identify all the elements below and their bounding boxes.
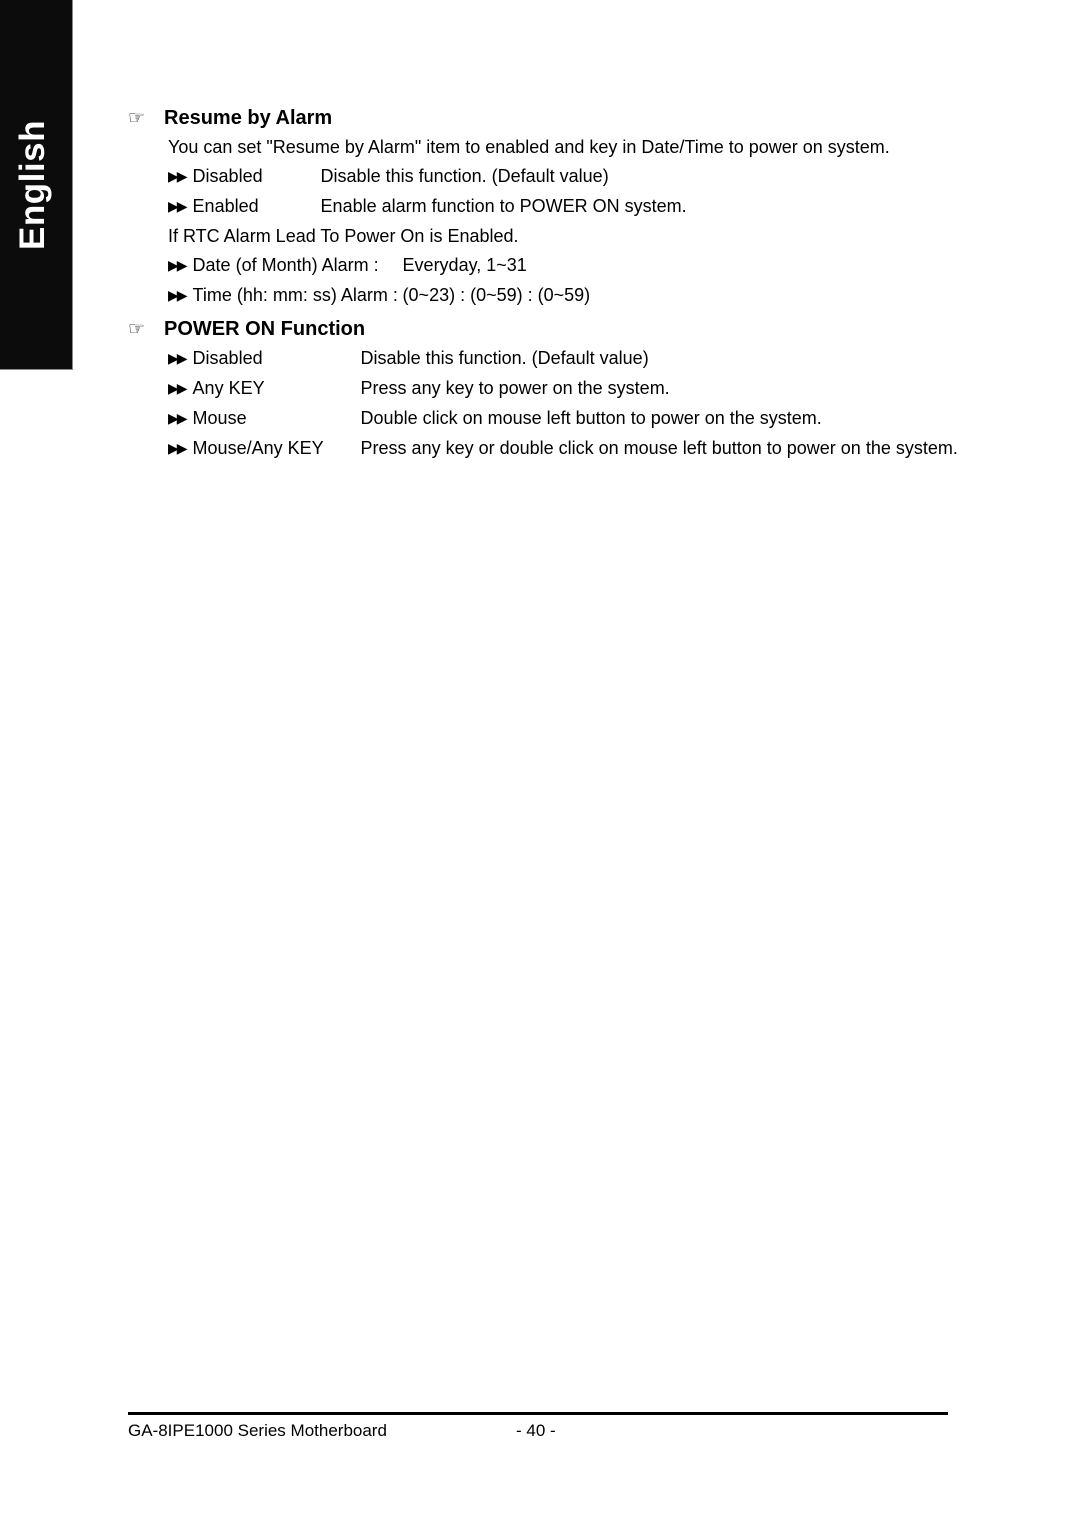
option-description: Press any key or double click on mouse l… xyxy=(360,438,958,458)
double-arrow-icon: ▶▶ xyxy=(168,287,187,303)
double-arrow-icon: ▶▶ xyxy=(168,380,187,396)
option-name: Disabled xyxy=(192,348,263,368)
option-list-resume-by-alarm: ▶▶ Disabled Disable this function. (Defa… xyxy=(128,162,958,222)
option-name: Any KEY xyxy=(192,378,265,398)
section-heading-power-on-function: ☞ POWER ON Function xyxy=(128,315,958,344)
option-name: Mouse xyxy=(192,408,247,428)
double-arrow-icon: ▶▶ xyxy=(168,410,187,426)
option-description: Enable alarm function to POWER ON system… xyxy=(320,196,687,216)
option-name: Enabled xyxy=(192,196,259,216)
option-description: Double click on mouse left button to pow… xyxy=(360,408,822,428)
option-row: ▶▶ Disabled Disable this function. (Defa… xyxy=(128,344,958,374)
option-row: ▶▶ Mouse Double click on mouse left butt… xyxy=(128,404,958,434)
option-row: ▶▶ Time (hh: mm: ss) Alarm : (0~23) : (0… xyxy=(128,281,958,311)
section-note-text: If RTC Alarm Lead To Power On is Enabled… xyxy=(168,226,519,246)
option-name: Time (hh: mm: ss) Alarm : xyxy=(192,285,398,305)
option-row: ▶▶ Mouse/Any KEY Press any key or double… xyxy=(128,434,958,464)
option-description: Everyday, 1~31 xyxy=(402,255,527,275)
double-arrow-icon: ▶▶ xyxy=(168,350,187,366)
option-list-power-on-function: ▶▶ Disabled Disable this function. (Defa… xyxy=(128,344,958,464)
section-power-on-function: ☞ POWER ON Function ▶▶ Disabled Disable … xyxy=(128,315,958,464)
hand-pointer-icon: ☞ xyxy=(128,108,146,129)
option-row: ▶▶ Date (of Month) Alarm : Everyday, 1~3… xyxy=(128,251,958,281)
page-content: ☞ Resume by Alarm You can set "Resume by… xyxy=(128,104,958,464)
double-arrow-icon: ▶▶ xyxy=(168,257,187,273)
option-row: ▶▶ Enabled Enable alarm function to POWE… xyxy=(128,192,958,222)
section-title: Resume by Alarm xyxy=(164,107,333,129)
option-row: ▶▶ Any KEY Press any key to power on the… xyxy=(128,374,958,404)
option-description: Disable this function. (Default value) xyxy=(320,166,609,186)
double-arrow-icon: ▶▶ xyxy=(168,168,187,184)
footer-row: GA-8IPE1000 Series Motherboard - 40 - xyxy=(128,1418,948,1448)
option-description: Press any key to power on the system. xyxy=(360,378,670,398)
section-heading-resume-by-alarm: ☞ Resume by Alarm xyxy=(128,104,958,133)
double-arrow-icon: ▶▶ xyxy=(168,440,187,456)
option-name: Disabled xyxy=(192,166,263,186)
option-name: Date (of Month) Alarm : xyxy=(192,255,379,275)
page-footer: GA-8IPE1000 Series Motherboard - 40 - xyxy=(128,1412,948,1448)
footer-page-number: - 40 - xyxy=(516,1421,556,1440)
option-row: ▶▶ Disabled Disable this function. (Defa… xyxy=(128,162,958,192)
language-tab: English xyxy=(0,0,73,370)
option-description: (0~23) : (0~59) : (0~59) xyxy=(402,285,591,305)
option-name: Mouse/Any KEY xyxy=(192,438,324,458)
footer-product-name: GA-8IPE1000 Series Motherboard xyxy=(128,1421,387,1440)
section-intro-text: You can set "Resume by Alarm" item to en… xyxy=(168,137,890,157)
section-title: POWER ON Function xyxy=(164,318,366,340)
section-resume-by-alarm: ☞ Resume by Alarm You can set "Resume by… xyxy=(128,104,958,311)
double-arrow-icon: ▶▶ xyxy=(168,198,187,214)
hand-pointer-icon: ☞ xyxy=(128,319,146,340)
option-description: Disable this function. (Default value) xyxy=(360,348,649,368)
option-list-datetime-alarm: ▶▶ Date (of Month) Alarm : Everyday, 1~3… xyxy=(128,251,958,311)
footer-divider xyxy=(128,1412,948,1415)
language-tab-label: English xyxy=(13,120,52,250)
